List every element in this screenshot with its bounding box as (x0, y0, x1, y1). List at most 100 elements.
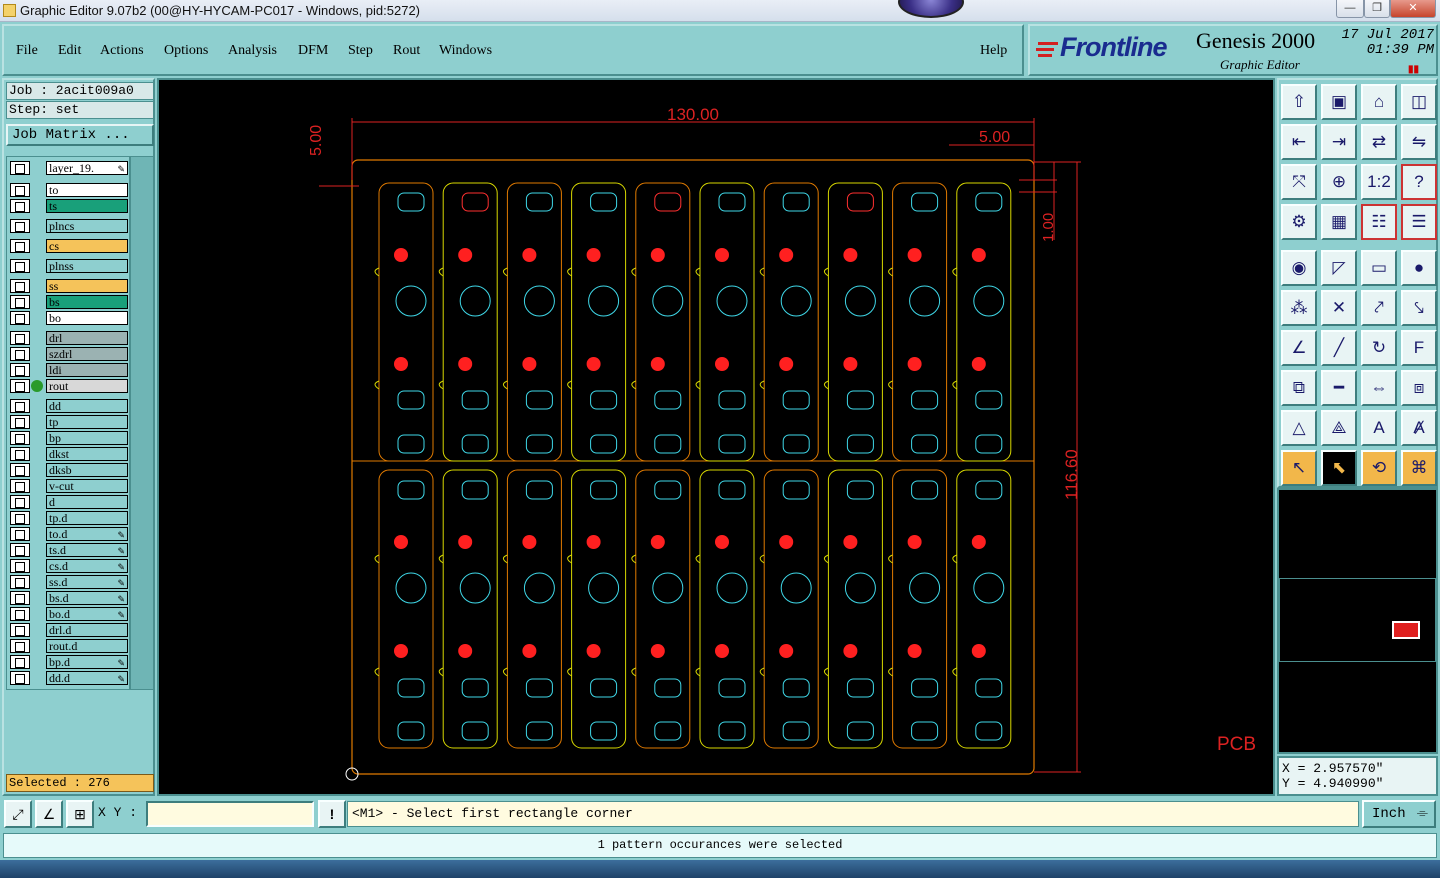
layer-name[interactable]: rout.d (46, 639, 128, 653)
delete-icon[interactable]: ✕ (1321, 290, 1357, 326)
select-box-icon[interactable]: ⬉ (1321, 450, 1357, 486)
layer-name[interactable]: bp.d ✎ (46, 655, 128, 669)
measure-angle-icon[interactable]: ∠ (35, 800, 63, 828)
layer-name[interactable]: dkst (46, 447, 128, 461)
menu-analysis[interactable]: Analysis (228, 43, 277, 59)
settings-icon[interactable]: ⚙ (1281, 204, 1317, 240)
menu-windows[interactable]: Windows (439, 43, 492, 59)
layer-name[interactable]: bs.d ✎ (46, 591, 128, 605)
xy-input[interactable] (146, 801, 314, 827)
layer-name[interactable]: dd (46, 399, 128, 413)
zoom-icon[interactable]: ⊕ (1321, 164, 1357, 200)
units-select[interactable]: Inch ⌯ (1362, 800, 1436, 828)
layer-name[interactable]: plncs (46, 219, 128, 233)
split-icon[interactable]: ━ (1321, 370, 1357, 406)
layer-checkbox[interactable] (10, 311, 30, 325)
select-rotate-icon[interactable]: ⟲ (1361, 450, 1397, 486)
layer-checkbox[interactable] (10, 379, 30, 393)
redo-icon[interactable]: ⇥ (1321, 124, 1357, 160)
feature-a2-icon[interactable]: Ⱥ (1401, 410, 1437, 446)
layer-name[interactable]: cs.d ✎ (46, 559, 128, 573)
open-step-icon[interactable]: ⇧ (1281, 84, 1317, 120)
layers-icon[interactable]: ☷ (1361, 204, 1397, 240)
snap-grid-icon[interactable]: ⊞ (66, 800, 94, 828)
zoom-box-icon[interactable]: ⤢ (4, 800, 32, 828)
menu-help[interactable]: Help (980, 43, 1007, 59)
save-icon[interactable]: ▣ (1321, 84, 1357, 120)
layer-name[interactable]: plnss (46, 259, 128, 273)
layer-checkbox[interactable] (10, 671, 30, 685)
layer-checkbox[interactable] (10, 655, 30, 669)
overview-map[interactable] (1277, 488, 1438, 754)
layer-name[interactable]: to.d ✎ (46, 527, 128, 541)
menu-dfm[interactable]: DFM (298, 43, 328, 59)
alert-icon[interactable]: ! (318, 800, 346, 828)
connect-icon[interactable]: ⁂ (1281, 290, 1317, 326)
layer-checkbox[interactable] (10, 447, 30, 461)
layer-checkbox[interactable] (10, 279, 30, 293)
help-icon[interactable]: ? (1401, 164, 1437, 200)
measure-icon[interactable]: ▭ (1361, 250, 1397, 286)
move-point-icon[interactable]: ⤤ (1361, 290, 1397, 326)
undo-icon[interactable]: ⇤ (1281, 124, 1317, 160)
layer-checkbox[interactable] (10, 463, 30, 477)
maximize-button[interactable]: ❐ (1364, 0, 1390, 18)
triangle-icon[interactable]: △ (1281, 410, 1317, 446)
layer-checkbox[interactable] (10, 495, 30, 509)
layer-name[interactable]: szdrl (46, 347, 128, 361)
add-line-icon[interactable]: ◸ (1321, 250, 1357, 286)
add-pad-icon[interactable]: ◉ (1281, 250, 1317, 286)
layer-name[interactable]: drl.d (46, 623, 128, 637)
text-icon[interactable]: F (1401, 330, 1437, 366)
grid-icon[interactable]: ▦ (1321, 204, 1357, 240)
layer-name[interactable]: tp.d (46, 511, 128, 525)
resize-icon[interactable]: ⇔ (1361, 370, 1397, 406)
layer-name[interactable]: tp (46, 415, 128, 429)
layer-name[interactable]: bp (46, 431, 128, 445)
layer-checkbox[interactable] (10, 623, 30, 637)
layer-checkbox[interactable] (10, 295, 30, 309)
select-icon[interactable]: ↖ (1281, 450, 1317, 486)
layer-name[interactable]: ldi (46, 363, 128, 377)
pause-indicator-icon[interactable]: ▮▮ (1408, 64, 1419, 75)
layer-checkbox[interactable] (10, 161, 30, 175)
layer-checkbox[interactable] (10, 591, 30, 605)
layer-checkbox[interactable] (10, 543, 30, 557)
layer-checkbox[interactable] (10, 239, 30, 253)
job-matrix-button[interactable]: Job Matrix ... (6, 124, 154, 146)
layer-checkbox[interactable] (10, 183, 30, 197)
layer-name[interactable]: drl (46, 331, 128, 345)
layer-name[interactable]: dd.d ✎ (46, 671, 128, 685)
properties-icon[interactable]: ☰ (1401, 204, 1437, 240)
layer-checkbox[interactable] (10, 415, 30, 429)
layer-name[interactable]: ts (46, 199, 128, 213)
minimize-button[interactable]: — (1336, 0, 1364, 18)
layer-checkbox[interactable] (10, 607, 30, 621)
layer-name[interactable]: cs (46, 239, 128, 253)
triangle-outline-icon[interactable]: ⟁ (1321, 410, 1357, 446)
layer-name[interactable]: bo.d ✎ (46, 607, 128, 621)
line-icon[interactable]: ╱ (1321, 330, 1357, 366)
window-icon[interactable]: ◫ (1401, 84, 1437, 120)
mirror-icon[interactable]: ⇄ (1361, 124, 1397, 160)
layer-name[interactable]: bo (46, 311, 128, 325)
angle-icon[interactable]: ∠ (1281, 330, 1317, 366)
close-button[interactable]: ✕ (1390, 0, 1436, 18)
menu-actions[interactable]: Actions (100, 43, 144, 59)
overview-viewport[interactable] (1392, 621, 1420, 639)
layer-name[interactable]: d (46, 495, 128, 509)
route-icon[interactable]: ⌘ (1401, 450, 1437, 486)
scale-1-2-icon[interactable]: 1:2 (1361, 164, 1397, 200)
graphic-canvas[interactable]: 130.00 5.00 5.00 116.60 1.00 PCB (157, 78, 1275, 796)
layer-checkbox[interactable] (10, 219, 30, 233)
layer-name[interactable]: ss.d ✎ (46, 575, 128, 589)
layer-checkbox[interactable] (10, 331, 30, 345)
layer-checkbox[interactable] (10, 559, 30, 573)
layer-name[interactable]: bs (46, 295, 128, 309)
menu-step[interactable]: Step (348, 43, 373, 59)
layer-checkbox[interactable] (10, 479, 30, 493)
layer-list-scrollbar[interactable] (130, 156, 154, 690)
pcb-drawing[interactable]: 130.00 5.00 5.00 116.60 1.00 PCB (159, 80, 1273, 794)
group-icon[interactable]: ⧈ (1401, 370, 1437, 406)
add-circle-icon[interactable]: ● (1401, 250, 1437, 286)
